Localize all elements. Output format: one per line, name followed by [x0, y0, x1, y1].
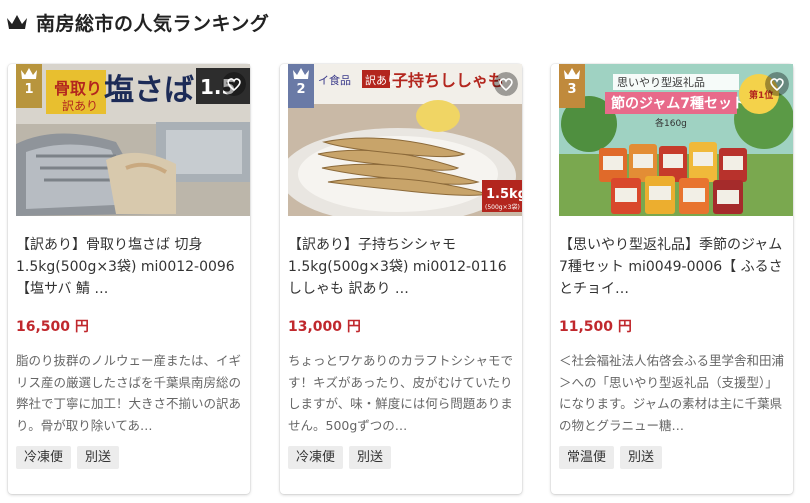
product-description: 脂のり抜群のノルウェー産または、イギリス産の厳選したさばを千葉県南房総の弊社で丁… — [16, 353, 242, 433]
rank-number: 2 — [296, 82, 306, 97]
ranking-card-3[interactable]: 思いやり型返礼品 節のジャム7種セット 各160g 第1位 3 【思いやり型返礼… — [551, 64, 793, 494]
svg-text:節のジャム7種セット: 節のジャム7種セット — [611, 95, 746, 112]
rank-badge: 3 — [559, 64, 585, 108]
svg-text:子持ちししゃも: 子持ちししゃも — [392, 71, 504, 90]
heart-icon[interactable] — [765, 72, 789, 96]
crown-icon — [7, 15, 27, 29]
tag-list: 冷凍便 別送 — [16, 446, 120, 469]
product-description: ちょっとワケありのカラフトシシャモです！キズがあったり、皮がむけていたりしますが… — [288, 353, 514, 433]
product-image[interactable]: 骨取り 訳あり 塩さば 1.5 — [16, 64, 250, 216]
product-name[interactable]: 【訳あり】子持ちシシャモ 1.5kg(500g×3袋) mi0012-0116 … — [288, 234, 518, 300]
page-title: 南房総市の人気ランキング — [36, 12, 270, 35]
svg-text:塩さば: 塩さば — [104, 73, 194, 108]
rank-badge: 2 — [288, 64, 314, 108]
svg-text:訳あり: 訳あり — [62, 98, 98, 113]
ranking-header: 南房総市の人気ランキング — [6, 8, 269, 36]
product-image[interactable]: 訳あり 子持ちししゃも イ食品 1.5kg (500g×3袋) — [288, 64, 522, 216]
tag-separate: 別送 — [349, 446, 392, 469]
product-price: 16,500 円 — [16, 319, 89, 335]
svg-text:思いやり型返礼品: 思いやり型返礼品 — [617, 75, 705, 89]
product-name[interactable]: 【訳あり】骨取り塩さば 切身1.5kg(500g×3袋) mi0012-0096… — [16, 234, 246, 300]
svg-text:各160g: 各160g — [655, 117, 687, 129]
rank-number: 1 — [24, 82, 34, 97]
product-price: 13,000 円 — [288, 319, 361, 335]
svg-text:イ食品: イ食品 — [318, 73, 351, 87]
product-price: 11,500 円 — [559, 319, 632, 335]
svg-text:1.5kg: 1.5kg — [486, 187, 522, 202]
product-name[interactable]: 【思いやり型返礼品】季節のジャム7種セット mi0049-0006【 ふるさとチ… — [559, 234, 789, 300]
ranking-card-1[interactable]: 骨取り 訳あり 塩さば 1.5 1 【訳あり】骨取り塩さば 切身1.5kg(50… — [8, 64, 250, 494]
ranking-card-2[interactable]: 訳あり 子持ちししゃも イ食品 1.5kg (500g×3袋) 2 【訳あり】子… — [280, 64, 522, 494]
tag-separate: 別送 — [620, 446, 663, 469]
svg-text:(500g×3袋): (500g×3袋) — [485, 203, 520, 211]
rank-badge: 1 — [16, 64, 42, 108]
heart-icon[interactable] — [494, 72, 518, 96]
product-description: ＜社会福祉法人佑啓会ふる里学舎和田浦＞への「思いやり型返礼品（支援型）」になりま… — [559, 353, 785, 433]
tag-separate: 別送 — [77, 446, 120, 469]
tag-shipping: 冷凍便 — [288, 446, 344, 469]
product-image[interactable]: 思いやり型返礼品 節のジャム7種セット 各160g 第1位 — [559, 64, 793, 216]
heart-icon[interactable] — [222, 72, 246, 96]
tag-list: 冷凍便 別送 — [288, 446, 392, 469]
tag-shipping: 冷凍便 — [16, 446, 72, 469]
tag-shipping: 常温便 — [559, 446, 615, 469]
rank-number: 3 — [567, 82, 577, 97]
tag-list: 常温便 別送 — [559, 446, 663, 469]
svg-text:骨取り: 骨取り — [54, 79, 102, 98]
